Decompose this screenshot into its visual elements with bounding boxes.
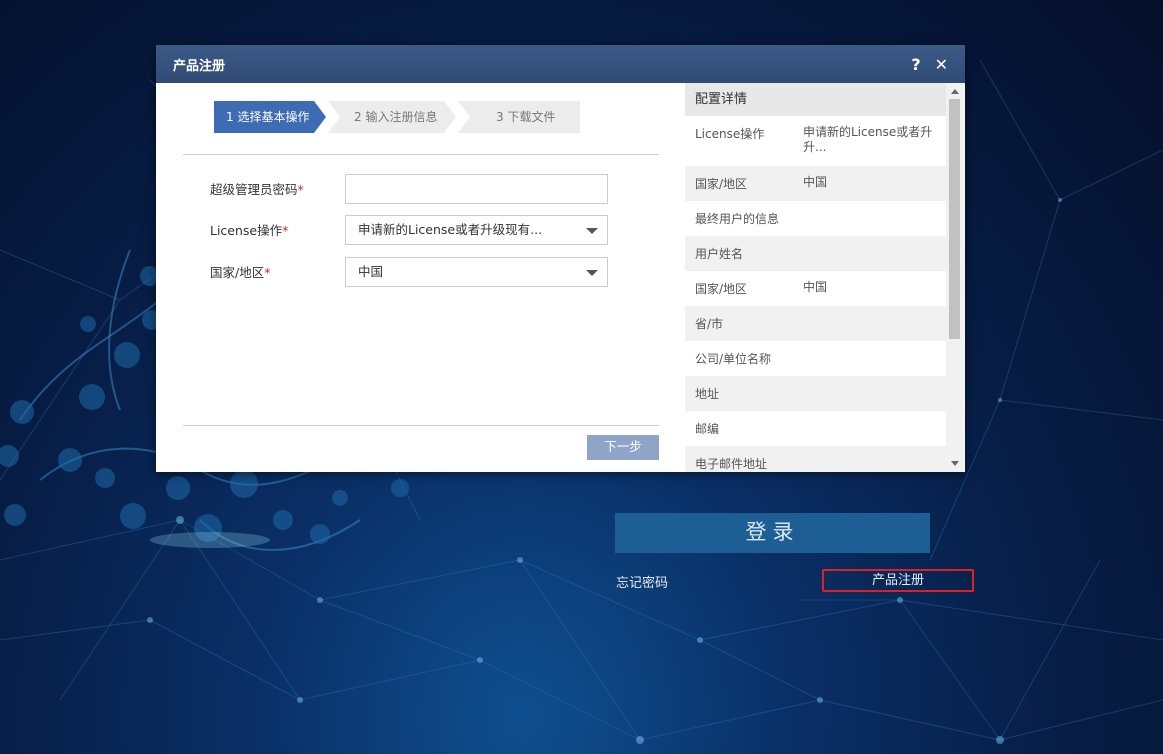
list-item: 邮编 [685, 411, 946, 446]
scroll-down-icon[interactable] [951, 461, 959, 466]
next-button[interactable]: 下一步 [587, 435, 659, 460]
list-item: 公司/单位名称 [685, 341, 946, 376]
license-label: License操作* [210, 223, 289, 238]
divider-bottom [183, 425, 659, 426]
step-indicator: 1 选择基本操作 2 输入注册信息 3 下载文件 [214, 101, 582, 133]
step-2: 2 输入注册信息 [328, 101, 456, 133]
close-icon[interactable]: ✕ [935, 55, 948, 74]
chevron-down-icon [586, 269, 598, 276]
form-panel: 1 选择基本操作 2 输入注册信息 3 下载文件 超级管理员密码* Licens… [156, 83, 685, 472]
scroll-thumb[interactable] [949, 99, 960, 339]
country-label: 国家/地区* [210, 265, 271, 280]
password-input[interactable] [345, 173, 608, 204]
list-item: License操作 申请新的License或者升 升... [685, 116, 946, 166]
divider-top [183, 154, 659, 155]
list-item: 国家/地区 中国 [685, 166, 946, 201]
step-1: 1 选择基本操作 [214, 101, 326, 133]
license-row: License操作* 申请新的License或者升级现有... [210, 214, 608, 245]
license-select[interactable]: 申请新的License或者升级现有... [345, 214, 608, 245]
dialog-title: 产品注册 [173, 58, 226, 74]
list-item: 省/市 [685, 306, 946, 341]
details-scrollbar[interactable] [946, 83, 963, 472]
list-item: 电子邮件地址 [685, 446, 946, 472]
dialog-body: 1 选择基本操作 2 输入注册信息 3 下载文件 超级管理员密码* Licens… [156, 83, 965, 472]
country-row: 国家/地区* 中国 [210, 256, 608, 287]
forgot-password-link[interactable]: 忘记密码 [616, 572, 668, 591]
details-list: 配置详情 License操作 申请新的License或者升 升... 国家/地区中… [685, 83, 946, 472]
step-3: 3 下载文件 [458, 101, 580, 133]
list-item: 用户姓名 [685, 236, 946, 271]
list-item: 国家/地区 中国 [685, 271, 946, 306]
scroll-up-icon[interactable] [951, 89, 959, 94]
product-registration-link[interactable]: 产品注册 [822, 569, 974, 592]
list-item: 最终用户的信息 [685, 201, 946, 236]
password-row: 超级管理员密码* [210, 173, 608, 204]
country-select[interactable]: 中国 [345, 256, 608, 287]
list-item: 地址 [685, 376, 946, 411]
chevron-down-icon [586, 227, 598, 234]
details-title: 配置详情 [685, 83, 946, 116]
help-button[interactable]: ? [911, 55, 920, 74]
product-registration-dialog: 产品注册 ? ✕ 1 选择基本操作 2 输入注册信息 3 下载文件 超级管理员密… [156, 45, 965, 472]
login-button[interactable]: 登录 [615, 513, 930, 553]
details-panel: 配置详情 License操作 申请新的License或者升 升... 国家/地区中… [685, 83, 965, 472]
dialog-header: 产品注册 ? ✕ [156, 45, 965, 83]
password-label: 超级管理员密码* [210, 182, 304, 197]
